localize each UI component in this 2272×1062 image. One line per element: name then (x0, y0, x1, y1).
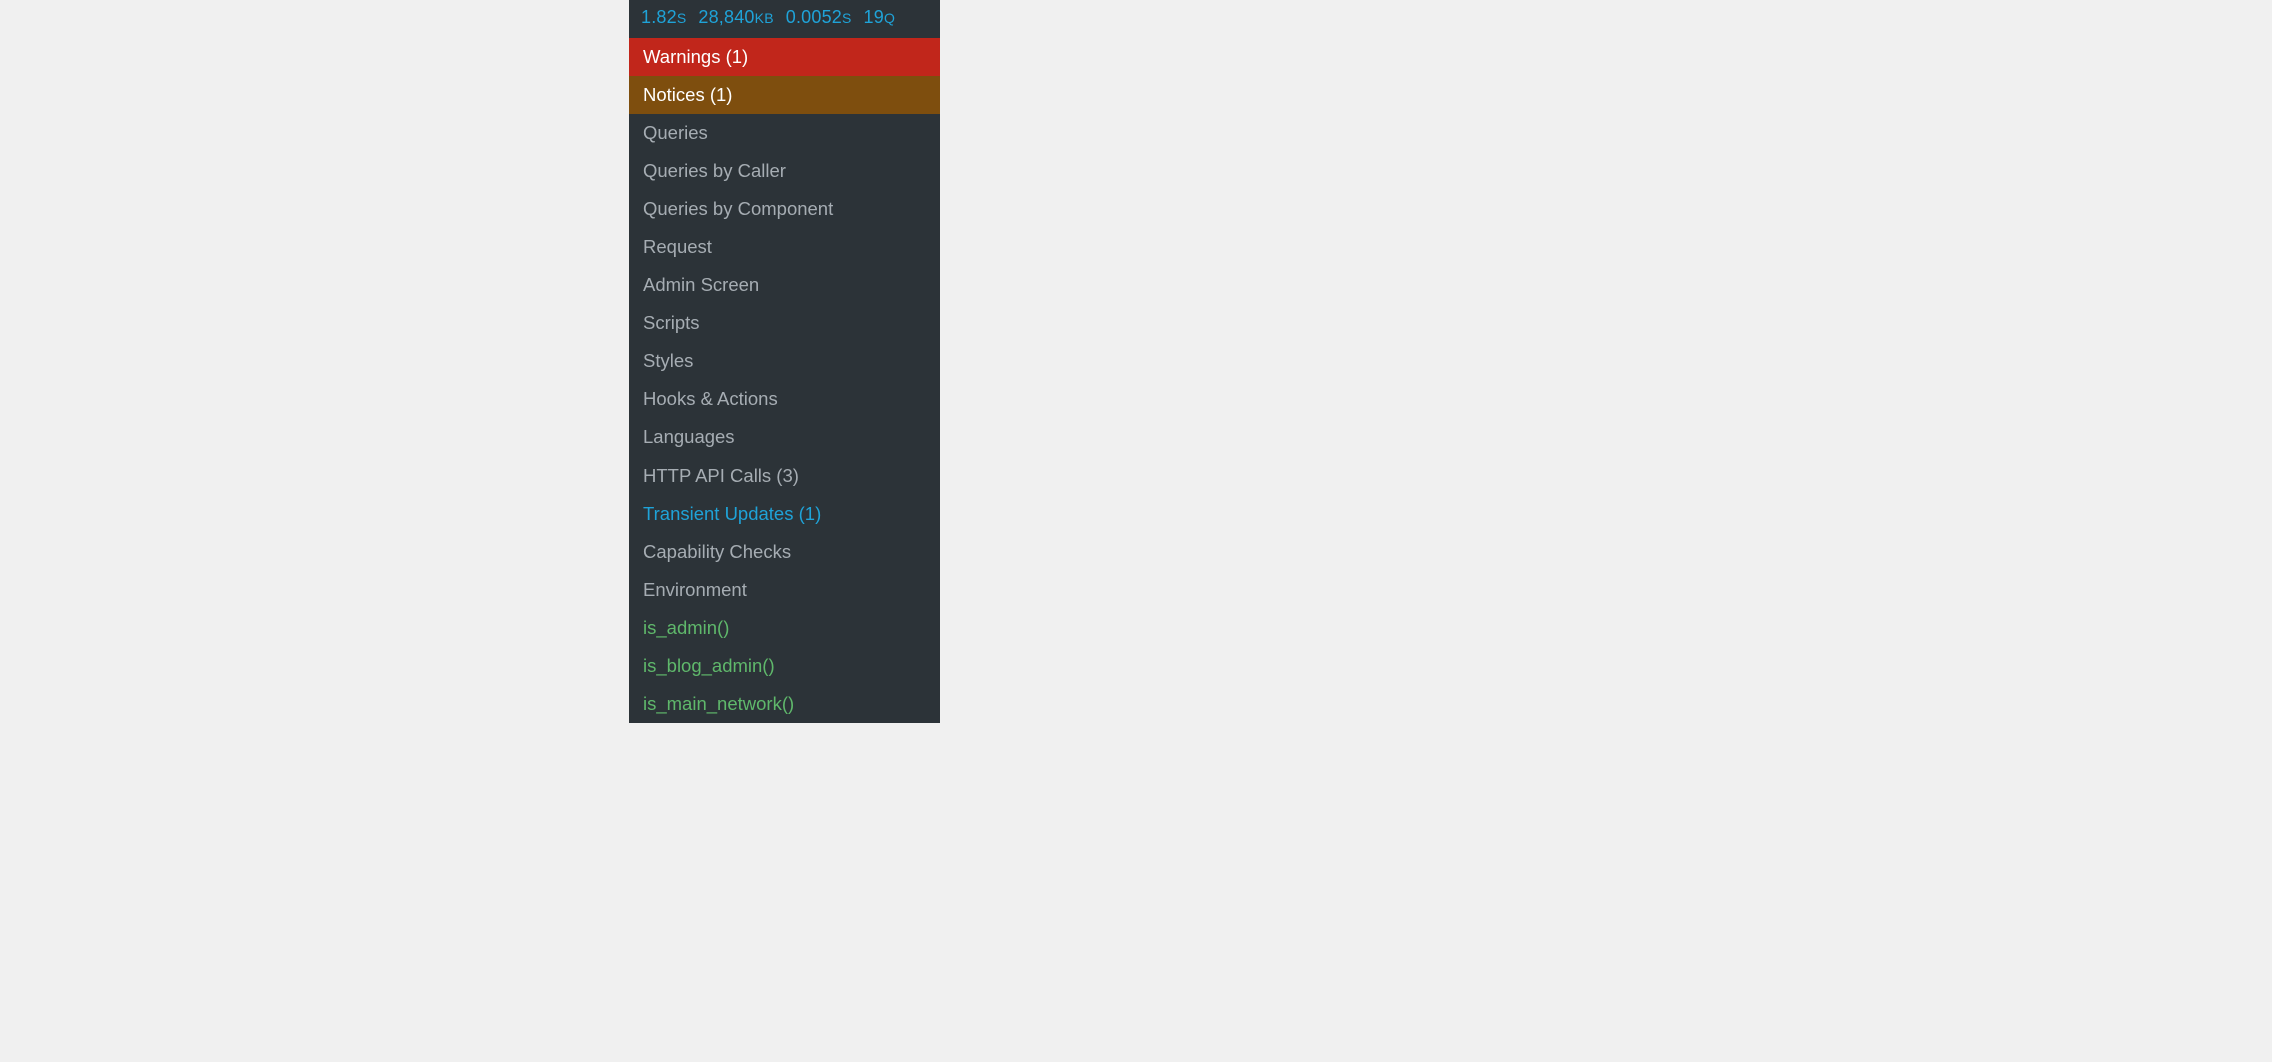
stat-time: 1.82S (641, 7, 686, 28)
menu-http-api[interactable]: HTTP API Calls (3) (629, 457, 940, 495)
menu-notices[interactable]: Notices (1) (629, 76, 940, 114)
menu-is-main-network[interactable]: is_main_network() (629, 685, 940, 723)
stats-bar[interactable]: 1.82S 28,840KB 0.0052S 19Q (629, 0, 940, 38)
stat-memory: 28,840KB (698, 7, 773, 28)
stat-queries: 19Q (864, 7, 896, 28)
menu-styles[interactable]: Styles (629, 342, 940, 380)
menu-queries-by-caller[interactable]: Queries by Caller (629, 152, 940, 190)
menu-queries-by-component[interactable]: Queries by Component (629, 190, 940, 228)
menu-languages[interactable]: Languages (629, 418, 940, 456)
menu-transient-updates[interactable]: Transient Updates (1) (629, 495, 940, 533)
menu-warnings[interactable]: Warnings (1) (629, 38, 940, 76)
menu-scripts[interactable]: Scripts (629, 304, 940, 342)
menu-is-blog-admin[interactable]: is_blog_admin() (629, 647, 940, 685)
menu-queries[interactable]: Queries (629, 114, 940, 152)
menu-request[interactable]: Request (629, 228, 940, 266)
query-monitor-panel: 1.82S 28,840KB 0.0052S 19Q Warnings (1) … (629, 0, 940, 723)
menu-hooks[interactable]: Hooks & Actions (629, 380, 940, 418)
menu-capability-checks[interactable]: Capability Checks (629, 533, 940, 571)
stat-dbtime: 0.0052S (786, 7, 852, 28)
menu-is-admin[interactable]: is_admin() (629, 609, 940, 647)
menu-environment[interactable]: Environment (629, 571, 940, 609)
menu-admin-screen[interactable]: Admin Screen (629, 266, 940, 304)
